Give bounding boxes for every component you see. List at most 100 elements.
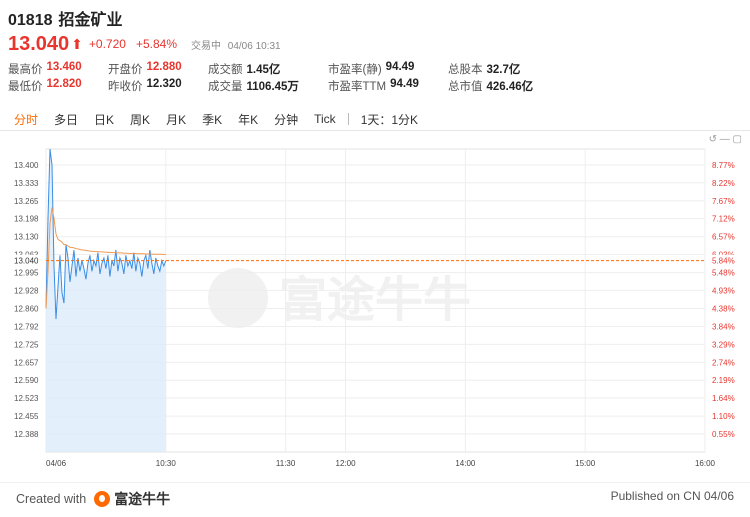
stat-item: 最高价 13.460 — [8, 61, 108, 78]
quote-header: 01818 招金矿业 13.040 ⬆ +0.720 +5.84% 交易中 04… — [8, 6, 742, 56]
x-tick-label: 10:30 — [156, 459, 177, 468]
x-tick-label: 15:00 — [575, 459, 596, 468]
published-on: Published on CN 04/06 — [610, 489, 734, 503]
y-tick-label-right: 7.67% — [712, 197, 735, 206]
y-tick-label-left: 12.455 — [14, 412, 39, 421]
y-tick-label-right: 1.10% — [712, 412, 735, 421]
y-tick-label-right: 1.64% — [712, 394, 735, 403]
period-tabs: 分时 多日 日K 周K 月K 季K 年K 分钟 Tick 1天：1分K — [0, 108, 750, 131]
footer: Created with 富途牛牛 Published on CN 04/06 — [0, 482, 750, 513]
stat-value: 32.7亿 — [486, 64, 521, 76]
arrow-up-icon: ⬆ — [71, 35, 83, 52]
y-tick-label-left: 12.725 — [14, 340, 39, 349]
stat-value: 12.820 — [46, 78, 82, 90]
status-datetime: 04/06 10:31 — [227, 40, 281, 52]
trading-status: 交易中 04/06 10:31 — [191, 37, 285, 52]
price-change: +0.720 — [88, 37, 126, 51]
stat-item: 市盈率(静) 94.49 — [328, 61, 448, 78]
created-with-label: Created with — [16, 492, 87, 506]
created-with: Created with 富途牛牛 — [16, 489, 170, 509]
stat-item: 总市值 426.46亿 — [448, 78, 548, 95]
watermark: 富途牛牛 — [279, 274, 471, 327]
tab-8[interactable]: Tick — [306, 112, 344, 126]
current-price: 13.040 — [8, 32, 70, 55]
stat-label: 最高价 — [8, 64, 43, 76]
y-tick-label-left: 12.657 — [14, 358, 39, 367]
tab-2[interactable]: 日K — [86, 111, 122, 128]
stat-label: 总股本 — [448, 64, 483, 76]
y-tick-label-left: 13.130 — [14, 233, 39, 242]
x-tick-label: 14:00 — [455, 459, 476, 468]
x-tick-label: 12:00 — [336, 459, 357, 468]
stat-label: 市盈率(静) — [328, 64, 382, 76]
stat-label: 市盈率TTM — [328, 81, 387, 93]
y-tick-label-right: 6.57% — [712, 233, 735, 242]
stock-name: 招金矿业 — [58, 12, 123, 29]
y-tick-label-left: 12.860 — [14, 304, 39, 313]
stat-item: 总股本 32.7亿 — [448, 61, 548, 78]
tab-5[interactable]: 季K — [194, 111, 230, 128]
y-tick-label-right: 0.55% — [712, 430, 735, 439]
x-tick-label: 11:30 — [276, 459, 296, 468]
y-tick-label-left: 13.265 — [14, 197, 39, 206]
y-tick-label-right: 8.77% — [712, 161, 735, 170]
stat-label: 昨收价 — [108, 81, 143, 93]
stat-item: 最低价 12.820 — [8, 78, 108, 95]
y-tick-label-left: 12.792 — [14, 323, 39, 332]
futu-logo-icon — [94, 491, 111, 507]
y-tick-label-left: 12.995 — [14, 269, 39, 278]
price-change-pct: +5.84% — [135, 37, 177, 51]
stat-label: 最低价 — [8, 81, 43, 93]
stats-row: 最高价 13.460 开盘价 12.880 成交额 1.45亿 市盈率(静) 94.49 总股本… — [8, 61, 568, 78]
stat-value: 12.880 — [146, 61, 182, 73]
y-tick-label-right: 8.22% — [712, 179, 735, 188]
y-tick-label-right: 5.48% — [712, 269, 735, 278]
x-tick-label: 16:00 — [695, 459, 716, 468]
tab-1[interactable]: 多日 — [46, 111, 86, 128]
stat-value: 94.49 — [390, 78, 419, 90]
y-tick-label-left: 13.333 — [14, 179, 39, 188]
intraday-chart-svg: 富途牛牛 13.400 8.77% 13.333 8.22% 13.265 7.67% 13.… — [10, 148, 746, 468]
stat-item: 市盈率TTM 94.49 — [328, 78, 448, 95]
stat-item: 成交额 1.45亿 — [208, 61, 328, 78]
stat-value: 13.460 — [46, 61, 82, 73]
stat-label: 成交额 — [208, 64, 243, 76]
y-tick-label-left: 13.198 — [14, 215, 39, 224]
stat-value: 1.45亿 — [246, 64, 281, 76]
y-tick-label-left: 12.523 — [14, 394, 39, 403]
watermark-logo-icon — [208, 268, 268, 328]
stat-value: 426.46亿 — [486, 81, 534, 93]
stat-item: 开盘价 12.880 — [108, 61, 208, 78]
status-text: 交易中 — [191, 40, 221, 52]
stats-row: 最低价 12.820 昨收价 12.320 成交量 1106.45万 市盈率TTM 94.49… — [8, 78, 568, 95]
y-tick-label-right: 7.12% — [712, 215, 735, 224]
tab-7[interactable]: 分钟 — [266, 111, 306, 128]
tab-separator — [347, 113, 349, 125]
brand-name: 富途牛牛 — [114, 491, 171, 507]
stat-label: 开盘价 — [108, 64, 143, 76]
y-tick-label-left: 12.928 — [14, 286, 39, 295]
y-tick-label-right: 4.38% — [712, 304, 735, 313]
stat-item: 成交量 1106.45万 — [208, 78, 328, 95]
stat-item: 昨收价 12.320 — [108, 78, 208, 95]
y-tick-label-left: 12.388 — [14, 430, 39, 439]
x-tick-label: 04/06 — [46, 459, 67, 468]
y-tick-label-left: 12.590 — [14, 376, 39, 385]
intraday-chart: 富途牛牛 13.400 8.77% 13.333 8.22% 13.265 7.67% 13.… — [0, 131, 750, 481]
y-tick-label-right: 3.84% — [712, 323, 735, 332]
stat-label: 总市值 — [448, 81, 483, 93]
period-selector[interactable]: 1天：1分K — [353, 111, 426, 128]
tab-0[interactable]: 分时 — [0, 111, 46, 128]
tab-4[interactable]: 月K — [158, 111, 194, 128]
y-tick-label-right: 2.19% — [712, 376, 735, 385]
current-tag-left: 13.040 — [14, 257, 39, 266]
y-tick-label-right: 4.93% — [712, 286, 735, 295]
y-tick-label-right: 3.29% — [712, 340, 735, 349]
stats-panel: 最高价 13.460 开盘价 12.880 成交额 1.45亿 市盈率(静) 94.49 总股本… — [8, 61, 568, 95]
y-tick-label-right: 2.74% — [712, 358, 735, 367]
tab-6[interactable]: 年K — [230, 111, 266, 128]
tab-3[interactable]: 周K — [122, 111, 158, 128]
stock-code: 01818 — [8, 12, 53, 29]
stat-value: 12.320 — [146, 78, 182, 90]
stat-value: 94.49 — [385, 61, 415, 73]
